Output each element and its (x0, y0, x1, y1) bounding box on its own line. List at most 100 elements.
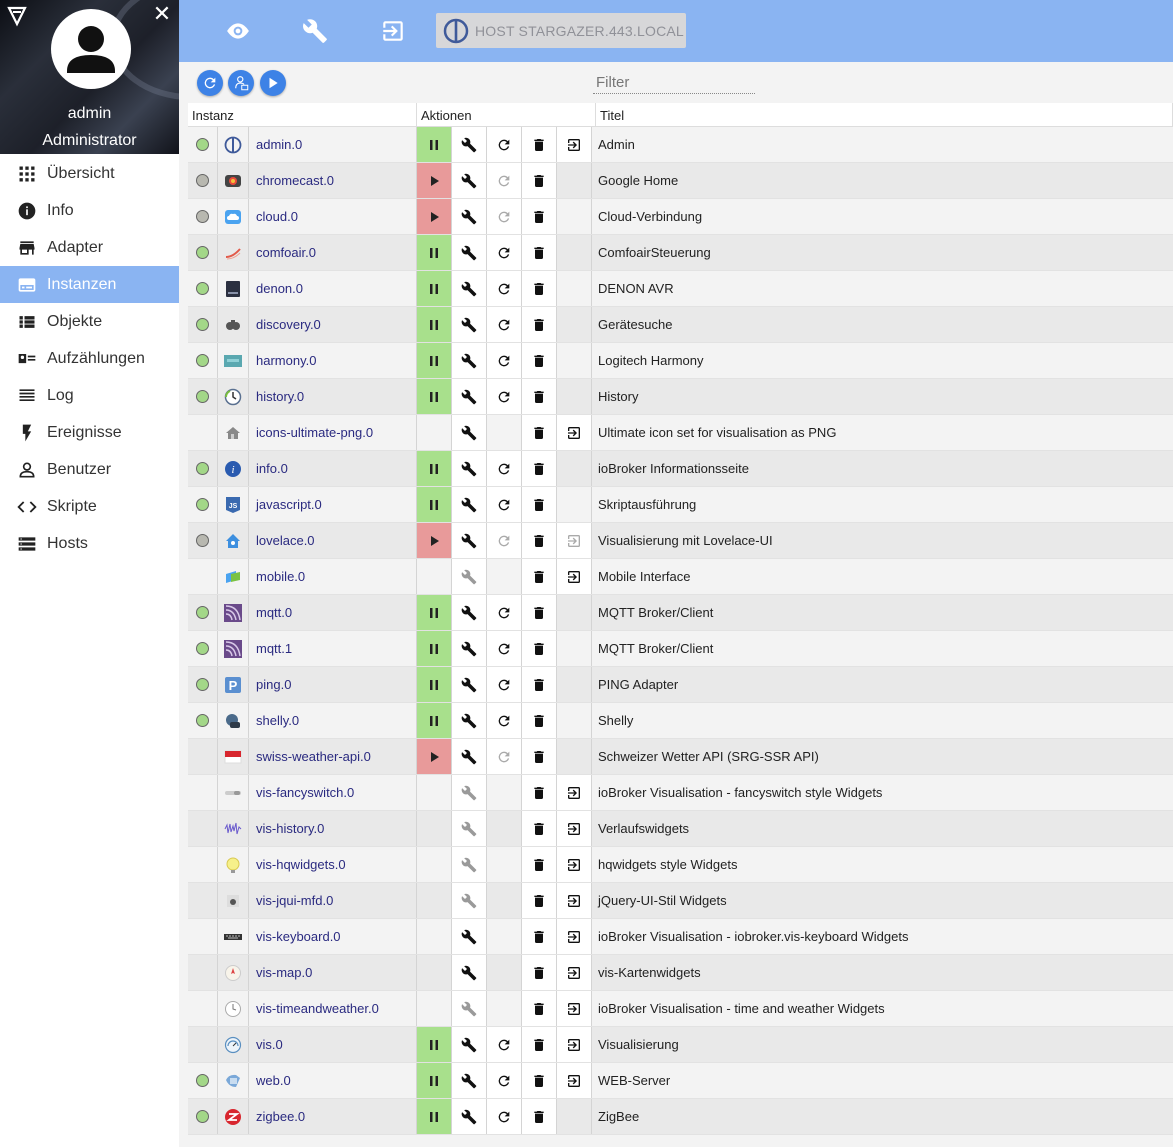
pause-button[interactable] (417, 703, 452, 738)
instance-name[interactable]: vis-timeandweather.0 (249, 991, 417, 1026)
delete-button[interactable] (522, 271, 557, 306)
instance-name[interactable]: harmony.0 (249, 343, 417, 378)
delete-button[interactable] (522, 343, 557, 378)
instance-name[interactable]: vis-fancyswitch.0 (249, 775, 417, 810)
pause-button[interactable] (417, 487, 452, 522)
instance-name[interactable]: mqtt.0 (249, 595, 417, 630)
pause-button[interactable] (417, 271, 452, 306)
restart-button[interactable] (487, 307, 522, 342)
instance-name[interactable]: web.0 (249, 1063, 417, 1098)
delete-button[interactable] (522, 595, 557, 630)
instance-name[interactable]: chromecast.0 (249, 163, 417, 198)
delete-button[interactable] (522, 415, 557, 450)
delete-button[interactable] (522, 307, 557, 342)
delete-button[interactable] (522, 703, 557, 738)
sidebar-item-log[interactable]: Log (0, 377, 179, 414)
restart-button[interactable] (487, 487, 522, 522)
open-link-button[interactable] (557, 883, 592, 918)
instance-name[interactable]: zigbee.0 (249, 1099, 417, 1134)
restart-button[interactable] (487, 1063, 522, 1098)
delete-button[interactable] (522, 847, 557, 882)
open-link-button[interactable] (557, 955, 592, 990)
restart-button[interactable] (487, 667, 522, 702)
start-button[interactable] (417, 163, 452, 198)
pause-button[interactable] (417, 235, 452, 270)
open-link-button[interactable] (557, 811, 592, 846)
instance-name[interactable]: javascript.0 (249, 487, 417, 522)
instance-name[interactable]: denon.0 (249, 271, 417, 306)
wrench-icon[interactable] (300, 16, 330, 46)
pause-button[interactable] (417, 307, 452, 342)
settings-button[interactable] (452, 1099, 487, 1134)
instance-name[interactable]: vis-keyboard.0 (249, 919, 417, 954)
pause-button[interactable] (417, 343, 452, 378)
instance-name[interactable]: vis.0 (249, 1027, 417, 1062)
delete-button[interactable] (522, 487, 557, 522)
settings-button[interactable] (452, 739, 487, 774)
restart-button[interactable] (487, 1099, 522, 1134)
instance-name[interactable]: lovelace.0 (249, 523, 417, 558)
settings-button[interactable] (452, 1027, 487, 1062)
instance-name[interactable]: vis-jqui-mfd.0 (249, 883, 417, 918)
pause-button[interactable] (417, 1099, 452, 1134)
open-link-button[interactable] (557, 127, 592, 162)
pause-button[interactable] (417, 595, 452, 630)
settings-button[interactable] (452, 271, 487, 306)
delete-button[interactable] (522, 775, 557, 810)
sidebar-item-apps[interactable]: Übersicht (0, 155, 179, 192)
instance-name[interactable]: swiss-weather-api.0 (249, 739, 417, 774)
delete-button[interactable] (522, 883, 557, 918)
settings-button[interactable] (452, 235, 487, 270)
restart-button[interactable] (487, 703, 522, 738)
settings-button[interactable] (452, 955, 487, 990)
settings-button[interactable] (452, 199, 487, 234)
delete-button[interactable] (522, 1063, 557, 1098)
open-link-button[interactable] (557, 919, 592, 954)
settings-button[interactable] (452, 307, 487, 342)
sidebar-item-instances[interactable]: Instanzen (0, 266, 179, 303)
header-title[interactable]: Titel (596, 103, 1173, 127)
sidebar-item-list[interactable]: Objekte (0, 303, 179, 340)
settings-button[interactable] (452, 523, 487, 558)
delete-button[interactable] (522, 379, 557, 414)
restart-button[interactable] (487, 343, 522, 378)
pause-button[interactable] (417, 1063, 452, 1098)
instance-name[interactable]: history.0 (249, 379, 417, 414)
pause-button[interactable] (417, 667, 452, 702)
delete-button[interactable] (522, 1027, 557, 1062)
restart-button[interactable] (487, 451, 522, 486)
open-link-button[interactable] (557, 991, 592, 1026)
delete-button[interactable] (522, 235, 557, 270)
instance-name[interactable]: cloud.0 (249, 199, 417, 234)
restart-button[interactable] (487, 235, 522, 270)
instance-name[interactable]: mobile.0 (249, 559, 417, 594)
settings-button[interactable] (452, 451, 487, 486)
sidebar-item-code[interactable]: Skripte (0, 488, 179, 525)
delete-button[interactable] (522, 1099, 557, 1134)
instance-name[interactable]: discovery.0 (249, 307, 417, 342)
delete-button[interactable] (522, 919, 557, 954)
delete-button[interactable] (522, 739, 557, 774)
pause-button[interactable] (417, 379, 452, 414)
filter-input[interactable] (593, 72, 755, 94)
settings-button[interactable] (452, 595, 487, 630)
eye-icon[interactable] (223, 16, 253, 46)
instance-name[interactable]: vis-hqwidgets.0 (249, 847, 417, 882)
settings-button[interactable] (452, 1063, 487, 1098)
delete-button[interactable] (522, 991, 557, 1026)
restart-button[interactable] (487, 127, 522, 162)
start-button[interactable] (417, 523, 452, 558)
sidebar-item-storage[interactable]: Hosts (0, 525, 179, 562)
delete-button[interactable] (522, 559, 557, 594)
instance-name[interactable]: mqtt.1 (249, 631, 417, 666)
settings-button[interactable] (452, 415, 487, 450)
close-icon[interactable]: ✕ (151, 3, 173, 26)
restart-button[interactable] (487, 379, 522, 414)
header-instance[interactable]: Instanz (188, 103, 417, 127)
instance-name[interactable]: icons-ultimate-png.0 (249, 415, 417, 450)
open-link-button[interactable] (557, 415, 592, 450)
expert-mode-button[interactable] (228, 70, 254, 96)
sidebar-item-info[interactable]: Info (0, 192, 179, 229)
start-button[interactable] (417, 199, 452, 234)
reload-button[interactable] (197, 70, 223, 96)
